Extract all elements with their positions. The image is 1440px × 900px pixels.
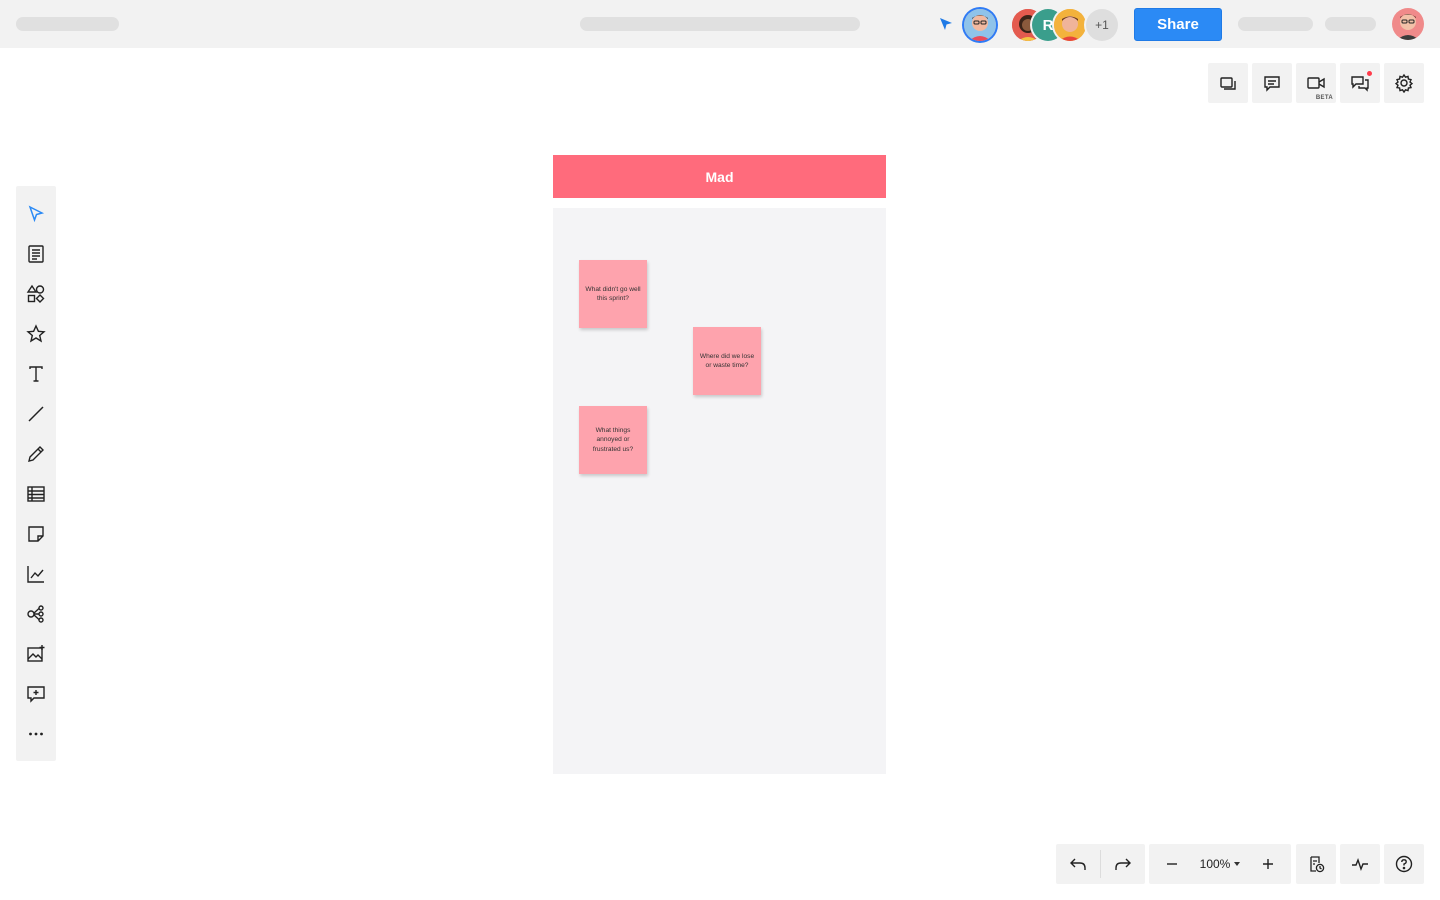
zoom-out-button[interactable]: [1149, 844, 1195, 884]
zoom-level-dropdown[interactable]: 100%: [1196, 844, 1245, 884]
avatar-collaborator-3[interactable]: [1054, 9, 1086, 41]
chat-icon: [1351, 76, 1369, 92]
sticky-note[interactable]: What didn't go well this sprint?: [579, 260, 647, 328]
more-icon: [29, 732, 43, 736]
history-controls: [1056, 844, 1145, 884]
document-title-placeholder[interactable]: [16, 17, 119, 31]
layers-icon: [1220, 77, 1236, 90]
top-bar: R +1 Share: [0, 0, 1440, 48]
settings-button[interactable]: [1384, 63, 1424, 103]
history-icon: [1310, 856, 1325, 873]
comment-icon: [1264, 76, 1280, 92]
chart-tool[interactable]: [24, 562, 48, 586]
beta-badge: BETA: [1315, 95, 1333, 101]
activity-button[interactable]: [1340, 844, 1380, 884]
chevron-down-icon: [1234, 862, 1241, 866]
version-history-button[interactable]: [1296, 844, 1336, 884]
sticky-note-icon: [28, 526, 44, 542]
activity-panel: [1340, 844, 1380, 884]
help-button[interactable]: [1384, 844, 1424, 884]
select-tool[interactable]: [24, 202, 48, 226]
mindmap-tool[interactable]: [24, 602, 48, 626]
redo-button[interactable]: [1101, 844, 1145, 884]
freehand-tool[interactable]: [24, 442, 48, 466]
zoom-level: 100%: [1199, 857, 1231, 871]
video-call-button[interactable]: BETA: [1296, 63, 1336, 103]
follow-cursor-icon[interactable]: [938, 16, 954, 32]
zoom-controls: 100%: [1149, 844, 1291, 884]
table-icon: [27, 486, 45, 502]
document-icon: [28, 245, 44, 263]
menu-placeholder-2[interactable]: [1325, 17, 1376, 31]
left-toolbar: [16, 186, 56, 761]
shapes-icon: [26, 284, 45, 303]
undo-button[interactable]: [1056, 844, 1100, 884]
share-button[interactable]: Share: [1134, 8, 1222, 41]
gear-icon: [1394, 73, 1414, 93]
breadcrumb-placeholder[interactable]: [580, 17, 860, 31]
sticky-note[interactable]: Where did we lose or waste time?: [693, 327, 761, 395]
star-icon: [26, 324, 46, 343]
history-panel: [1296, 844, 1336, 884]
more-tools[interactable]: [24, 722, 48, 746]
account-avatar[interactable]: [1392, 8, 1424, 40]
notification-dot: [1367, 71, 1372, 76]
plus-icon: [1262, 859, 1273, 869]
add-comment-tool[interactable]: [24, 682, 48, 706]
right-tools-panel: BETA: [1208, 63, 1424, 103]
line-tool[interactable]: [24, 402, 48, 426]
avatar-active-user[interactable]: [964, 9, 996, 41]
zoom-in-button[interactable]: [1245, 844, 1291, 884]
more-collaborators-badge[interactable]: +1: [1086, 9, 1118, 41]
templates-tool[interactable]: [24, 242, 48, 266]
redo-icon: [1115, 858, 1131, 870]
help-icon: [1395, 855, 1413, 873]
text-tool[interactable]: [24, 362, 48, 386]
chart-icon: [27, 566, 44, 583]
layers-button[interactable]: [1208, 63, 1248, 103]
table-tool[interactable]: [24, 482, 48, 506]
text-icon: [29, 366, 43, 382]
pencil-icon: [28, 446, 44, 462]
column-header[interactable]: Mad: [553, 155, 886, 198]
shapes-tool[interactable]: [24, 282, 48, 306]
icons-tool[interactable]: [24, 322, 48, 346]
mindmap-icon: [27, 605, 44, 623]
pointer-icon: [28, 205, 45, 223]
image-icon: [27, 645, 45, 662]
chat-button[interactable]: [1340, 63, 1380, 103]
menu-placeholder-1[interactable]: [1238, 17, 1313, 31]
add-comment-icon: [27, 686, 45, 703]
minus-icon: [1167, 863, 1177, 865]
line-icon: [28, 406, 44, 422]
video-icon: [1307, 77, 1325, 89]
image-tool[interactable]: [24, 642, 48, 666]
activity-icon: [1352, 857, 1368, 872]
comments-button[interactable]: [1252, 63, 1292, 103]
undo-icon: [1070, 858, 1086, 870]
help-panel: [1384, 844, 1424, 884]
sticky-note[interactable]: What things annoyed or frustrated us?: [579, 406, 647, 474]
column-body[interactable]: What didn't go well this sprint? Where d…: [553, 208, 886, 774]
sticky-note-tool[interactable]: [24, 522, 48, 546]
